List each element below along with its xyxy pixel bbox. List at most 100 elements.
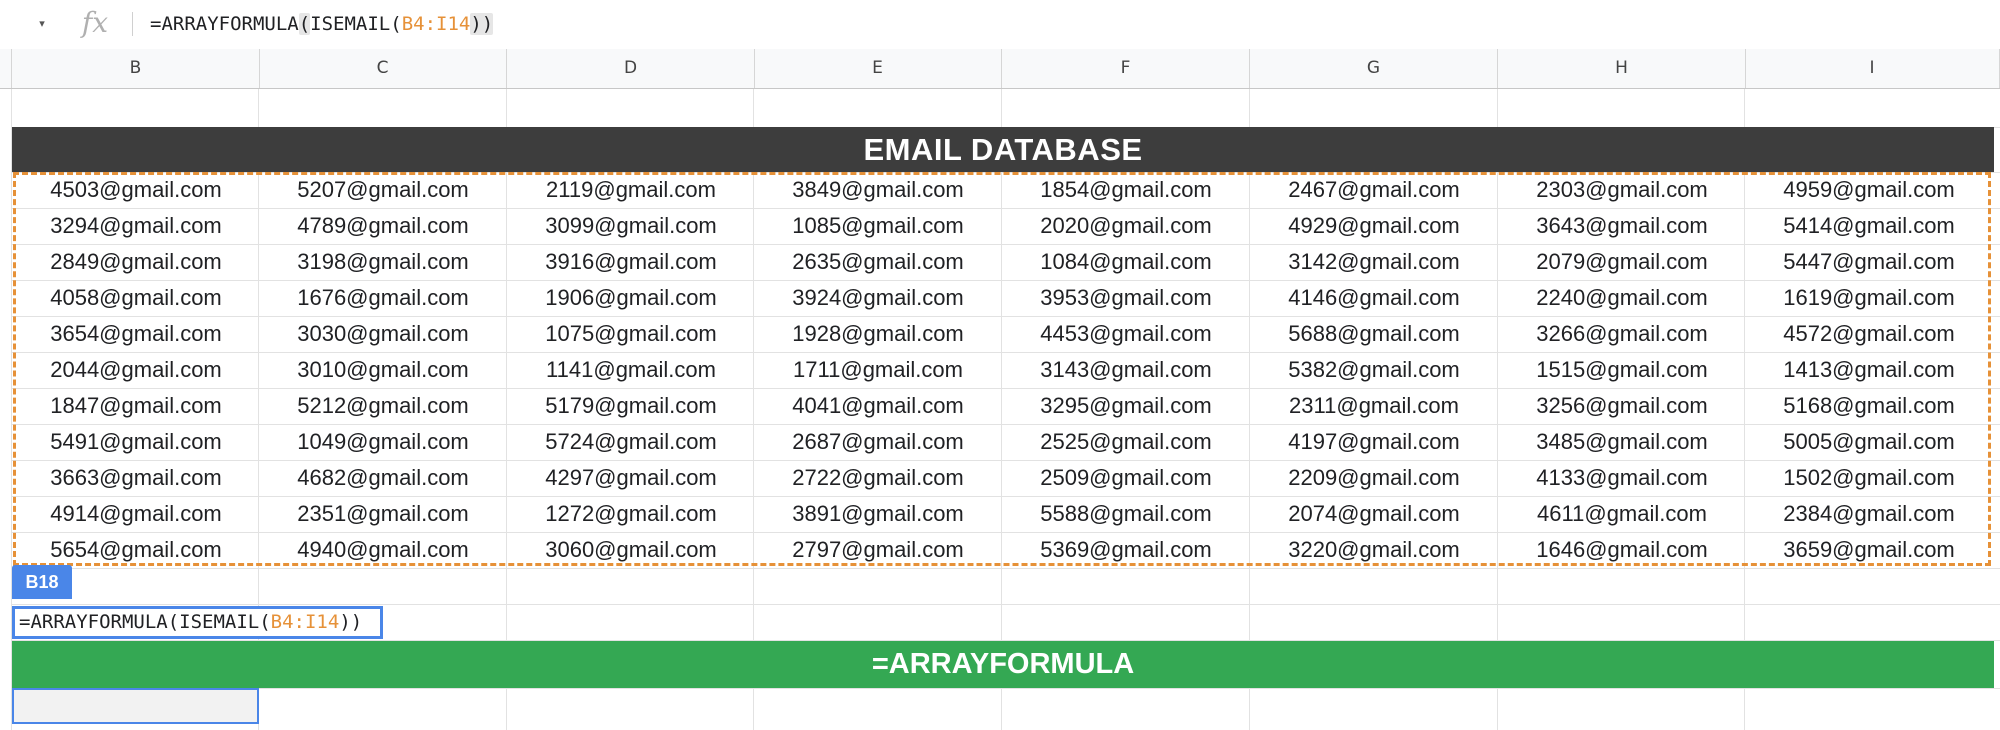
email-cell[interactable]: 3849@gmail.com	[754, 172, 1002, 208]
email-cell[interactable]: 2467@gmail.com	[1250, 172, 1498, 208]
column-header-c[interactable]: C	[259, 49, 507, 88]
email-cell[interactable]: 3643@gmail.com	[1498, 208, 1746, 244]
email-cell[interactable]: 2687@gmail.com	[754, 424, 1002, 460]
column-header-e[interactable]: E	[754, 49, 1002, 88]
email-cell[interactable]: 2240@gmail.com	[1498, 280, 1746, 316]
email-cell[interactable]: 3916@gmail.com	[507, 244, 755, 280]
selected-cell[interactable]	[12, 688, 259, 724]
email-cell[interactable]: 3142@gmail.com	[1250, 244, 1498, 280]
email-cell[interactable]: 4789@gmail.com	[259, 208, 507, 244]
email-cell[interactable]: 5724@gmail.com	[507, 424, 755, 460]
email-cell[interactable]: 1272@gmail.com	[507, 496, 755, 532]
formula-input[interactable]: =ARRAYFORMULA(ISEMAIL(B4:I14))	[150, 10, 494, 38]
email-cell[interactable]: 3266@gmail.com	[1498, 316, 1746, 352]
email-cell[interactable]: 1646@gmail.com	[1498, 532, 1746, 568]
email-cell[interactable]: 1141@gmail.com	[507, 352, 755, 388]
email-cell[interactable]: 3659@gmail.com	[1745, 532, 1993, 568]
email-cell[interactable]: 1619@gmail.com	[1745, 280, 1993, 316]
email-cell[interactable]: 5654@gmail.com	[12, 532, 260, 568]
email-cell[interactable]: 4058@gmail.com	[12, 280, 260, 316]
email-cell[interactable]: 3294@gmail.com	[12, 208, 260, 244]
email-cell[interactable]: 2209@gmail.com	[1250, 460, 1498, 496]
email-cell[interactable]: 4453@gmail.com	[1002, 316, 1250, 352]
email-cell[interactable]: 4146@gmail.com	[1250, 280, 1498, 316]
email-cell[interactable]: 3256@gmail.com	[1498, 388, 1746, 424]
column-header-b[interactable]: B	[12, 49, 260, 88]
email-cell[interactable]: 5207@gmail.com	[259, 172, 507, 208]
email-cell[interactable]: 1084@gmail.com	[1002, 244, 1250, 280]
email-cell[interactable]: 1049@gmail.com	[259, 424, 507, 460]
column-header-g[interactable]: G	[1250, 49, 1498, 88]
email-cell[interactable]: 2722@gmail.com	[754, 460, 1002, 496]
email-cell[interactable]: 1847@gmail.com	[12, 388, 260, 424]
email-cell[interactable]: 4914@gmail.com	[12, 496, 260, 532]
email-cell[interactable]: 5688@gmail.com	[1250, 316, 1498, 352]
email-cell[interactable]: 1854@gmail.com	[1002, 172, 1250, 208]
email-cell[interactable]: 2525@gmail.com	[1002, 424, 1250, 460]
column-header-h[interactable]: H	[1498, 49, 1746, 88]
email-cell[interactable]: 3953@gmail.com	[1002, 280, 1250, 316]
email-cell[interactable]: 3654@gmail.com	[12, 316, 260, 352]
email-cell[interactable]: 3220@gmail.com	[1250, 532, 1498, 568]
email-cell[interactable]: 1711@gmail.com	[754, 352, 1002, 388]
email-cell[interactable]: 3891@gmail.com	[754, 496, 1002, 532]
email-cell[interactable]: 5212@gmail.com	[259, 388, 507, 424]
column-header-i[interactable]: I	[1745, 49, 2000, 88]
email-cell[interactable]: 1676@gmail.com	[259, 280, 507, 316]
email-cell[interactable]: 5414@gmail.com	[1745, 208, 1993, 244]
namebox-dropdown-icon[interactable]: ▾	[32, 14, 52, 34]
email-cell[interactable]: 2849@gmail.com	[12, 244, 260, 280]
email-cell[interactable]: 2384@gmail.com	[1745, 496, 1993, 532]
email-cell[interactable]: 4611@gmail.com	[1498, 496, 1746, 532]
email-cell[interactable]: 4197@gmail.com	[1250, 424, 1498, 460]
email-cell[interactable]: 4297@gmail.com	[507, 460, 755, 496]
email-cell[interactable]: 2074@gmail.com	[1250, 496, 1498, 532]
email-cell[interactable]: 2351@gmail.com	[259, 496, 507, 532]
email-cell[interactable]: 2311@gmail.com	[1250, 388, 1498, 424]
email-cell[interactable]: 2509@gmail.com	[1002, 460, 1250, 496]
email-cell[interactable]: 3030@gmail.com	[259, 316, 507, 352]
column-header-f[interactable]: F	[1002, 49, 1250, 88]
email-cell[interactable]: 4959@gmail.com	[1745, 172, 1993, 208]
email-cell[interactable]: 1085@gmail.com	[754, 208, 1002, 244]
email-cell[interactable]: 3060@gmail.com	[507, 532, 755, 568]
email-cell[interactable]: 3924@gmail.com	[754, 280, 1002, 316]
email-cell[interactable]: 3485@gmail.com	[1498, 424, 1746, 460]
email-cell[interactable]: 4940@gmail.com	[259, 532, 507, 568]
email-cell[interactable]: 2797@gmail.com	[754, 532, 1002, 568]
row-header-corner[interactable]	[0, 49, 12, 88]
active-cell-editor[interactable]: =ARRAYFORMULA(ISEMAIL(B4:I14))	[12, 606, 383, 639]
email-cell[interactable]: 3295@gmail.com	[1002, 388, 1250, 424]
email-cell[interactable]: 1906@gmail.com	[507, 280, 755, 316]
email-cell[interactable]: 4133@gmail.com	[1498, 460, 1746, 496]
email-cell[interactable]: 2635@gmail.com	[754, 244, 1002, 280]
email-cell[interactable]: 3198@gmail.com	[259, 244, 507, 280]
email-cell[interactable]: 2303@gmail.com	[1498, 172, 1746, 208]
email-cell[interactable]: 2079@gmail.com	[1498, 244, 1746, 280]
email-cell[interactable]: 1515@gmail.com	[1498, 352, 1746, 388]
email-cell[interactable]: 3663@gmail.com	[12, 460, 260, 496]
email-cell[interactable]: 1075@gmail.com	[507, 316, 755, 352]
email-cell[interactable]: 1413@gmail.com	[1745, 352, 1993, 388]
email-cell[interactable]: 4572@gmail.com	[1745, 316, 1993, 352]
email-cell[interactable]: 5491@gmail.com	[12, 424, 260, 460]
email-cell[interactable]: 5168@gmail.com	[1745, 388, 1993, 424]
email-cell[interactable]: 5369@gmail.com	[1002, 532, 1250, 568]
email-cell[interactable]: 5005@gmail.com	[1745, 424, 1993, 460]
email-cell[interactable]: 5447@gmail.com	[1745, 244, 1993, 280]
email-cell[interactable]: 2119@gmail.com	[507, 172, 755, 208]
email-cell[interactable]: 1502@gmail.com	[1745, 460, 1993, 496]
email-cell[interactable]: 4503@gmail.com	[12, 172, 260, 208]
email-cell[interactable]: 4929@gmail.com	[1250, 208, 1498, 244]
email-cell[interactable]: 5588@gmail.com	[1002, 496, 1250, 532]
email-cell[interactable]: 3143@gmail.com	[1002, 352, 1250, 388]
email-cell[interactable]: 2020@gmail.com	[1002, 208, 1250, 244]
column-header-d[interactable]: D	[507, 49, 755, 88]
email-cell[interactable]: 3010@gmail.com	[259, 352, 507, 388]
email-cell[interactable]: 4041@gmail.com	[754, 388, 1002, 424]
email-cell[interactable]: 4682@gmail.com	[259, 460, 507, 496]
email-cell[interactable]: 5382@gmail.com	[1250, 352, 1498, 388]
email-cell[interactable]: 3099@gmail.com	[507, 208, 755, 244]
email-cell[interactable]: 2044@gmail.com	[12, 352, 260, 388]
email-cell[interactable]: 1928@gmail.com	[754, 316, 1002, 352]
